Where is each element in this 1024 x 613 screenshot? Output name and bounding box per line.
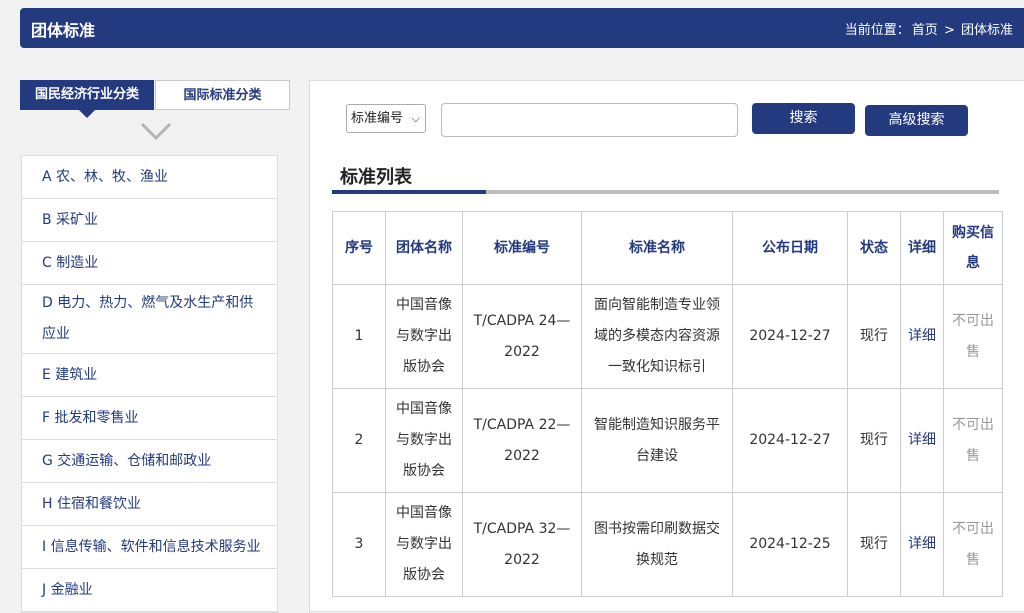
- breadcrumb-current: 团体标准: [960, 23, 1013, 38]
- cell-no: 2: [332, 388, 386, 493]
- search-field-select[interactable]: 标准编号 ⌵: [346, 104, 426, 133]
- cell-status: 现行: [847, 492, 901, 597]
- cell-date: 2024-12-25: [732, 492, 848, 597]
- col-header-no: 序号: [332, 211, 386, 285]
- section-divider-accent: [332, 190, 486, 194]
- breadcrumb-home-link[interactable]: 首页: [912, 23, 938, 38]
- breadcrumb-separator: >: [943, 23, 955, 38]
- cell-buy: 不可出售: [943, 284, 1003, 389]
- col-header-detail: 详细: [900, 211, 944, 285]
- table-row: 2 中国音像与数字出版协会 T/CADPA 22—2022 智能制造知识服务平台…: [332, 388, 1003, 493]
- detail-link[interactable]: 详细: [900, 492, 944, 597]
- sidebar-item-finance[interactable]: J 金融业: [22, 569, 277, 612]
- tab-label: 国民经济行业分类: [34, 87, 139, 102]
- cell-date: 2024-12-27: [732, 284, 848, 389]
- cell-code: T/CADPA 24—2022: [462, 284, 582, 389]
- sidebar-item-transport[interactable]: G 交通运输、仓储和邮政业: [22, 440, 277, 483]
- sidebar-item-agriculture[interactable]: A 农、林、牧、渔业: [22, 156, 277, 199]
- table-header-row: 序号 团体名称 标准编号 标准名称 公布日期 状态 详细 购买信息: [332, 211, 1003, 285]
- table-row: 3 中国音像与数字出版协会 T/CADPA 32—2022 图书按需印刷数据交换…: [332, 492, 1003, 597]
- standards-table: 序号 团体名称 标准编号 标准名称 公布日期 状态 详细 购买信息 1 中国音像…: [332, 211, 1003, 597]
- sidebar-item-mining[interactable]: B 采矿业: [22, 199, 277, 242]
- page-title: 团体标准: [31, 21, 96, 40]
- cell-status: 现行: [847, 284, 901, 389]
- col-header-buy: 购买信息: [943, 211, 1003, 285]
- sidebar-item-manufacturing[interactable]: C 制造业: [22, 242, 277, 285]
- cell-no: 3: [332, 492, 386, 597]
- cell-status: 现行: [847, 388, 901, 493]
- cell-no: 1: [332, 284, 386, 389]
- sidebar-item-utilities[interactable]: D 电力、热力、燃气及水生产和供应业: [22, 285, 277, 354]
- sidebar-item-hospitality[interactable]: H 住宿和餐饮业: [22, 483, 277, 526]
- main-panel: 标准编号 ⌵ 搜索 高级搜索 标准列表 序号 团体名称 标准编号 标准名称 公布…: [309, 80, 1024, 612]
- cell-name: 面向智能制造专业领域的多模态内容资源一致化知识标引: [581, 284, 733, 389]
- cell-org: 中国音像与数字出版协会: [385, 388, 463, 493]
- tab-pointer-icon: [79, 110, 95, 118]
- category-tabs: 国民经济行业分类 国际标准分类: [20, 80, 290, 118]
- cell-name: 图书按需印刷数据交换规范: [581, 492, 733, 597]
- col-header-org: 团体名称: [385, 211, 463, 285]
- advanced-search-button[interactable]: 高级搜索: [865, 105, 968, 136]
- chevron-down-icon[interactable]: [140, 118, 172, 144]
- sidebar-item-wholesale-retail[interactable]: F 批发和零售业: [22, 397, 277, 440]
- tab-industry-classification[interactable]: 国民经济行业分类: [20, 80, 154, 118]
- sidebar-item-construction[interactable]: E 建筑业: [22, 354, 277, 397]
- col-header-status: 状态: [847, 211, 901, 285]
- category-list: A 农、林、牧、渔业 B 采矿业 C 制造业 D 电力、热力、燃气及水生产和供应…: [21, 155, 278, 613]
- search-field-value: 标准编号: [351, 111, 404, 126]
- table-row: 1 中国音像与数字出版协会 T/CADPA 24—2022 面向智能制造专业领域…: [332, 284, 1003, 389]
- breadcrumb: 当前位置： 首页 > 团体标准: [844, 19, 1014, 38]
- tab-label: 国际标准分类: [183, 88, 262, 103]
- chevron-down-icon: ⌵: [411, 112, 420, 125]
- col-header-name: 标准名称: [581, 211, 733, 285]
- col-header-code: 标准编号: [462, 211, 582, 285]
- sidebar-item-it-services[interactable]: I 信息传输、软件和信息技术服务业: [22, 526, 277, 569]
- section-title: 标准列表: [340, 167, 412, 188]
- breadcrumb-label: 当前位置：: [844, 23, 910, 38]
- search-input[interactable]: [441, 103, 738, 137]
- cell-org: 中国音像与数字出版协会: [385, 284, 463, 389]
- header-bar: 团体标准 当前位置： 首页 > 团体标准: [20, 8, 1024, 48]
- cell-code: T/CADPA 22—2022: [462, 388, 582, 493]
- search-button[interactable]: 搜索: [752, 103, 855, 134]
- cell-buy: 不可出售: [943, 492, 1003, 597]
- cell-date: 2024-12-27: [732, 388, 848, 493]
- cell-buy: 不可出售: [943, 388, 1003, 493]
- detail-link[interactable]: 详细: [900, 284, 944, 389]
- col-header-date: 公布日期: [732, 211, 848, 285]
- cell-code: T/CADPA 32—2022: [462, 492, 582, 597]
- section-divider: [332, 190, 999, 194]
- cell-org: 中国音像与数字出版协会: [385, 492, 463, 597]
- detail-link[interactable]: 详细: [900, 388, 944, 493]
- cell-name: 智能制造知识服务平台建设: [581, 388, 733, 493]
- tab-international-classification[interactable]: 国际标准分类: [155, 80, 290, 110]
